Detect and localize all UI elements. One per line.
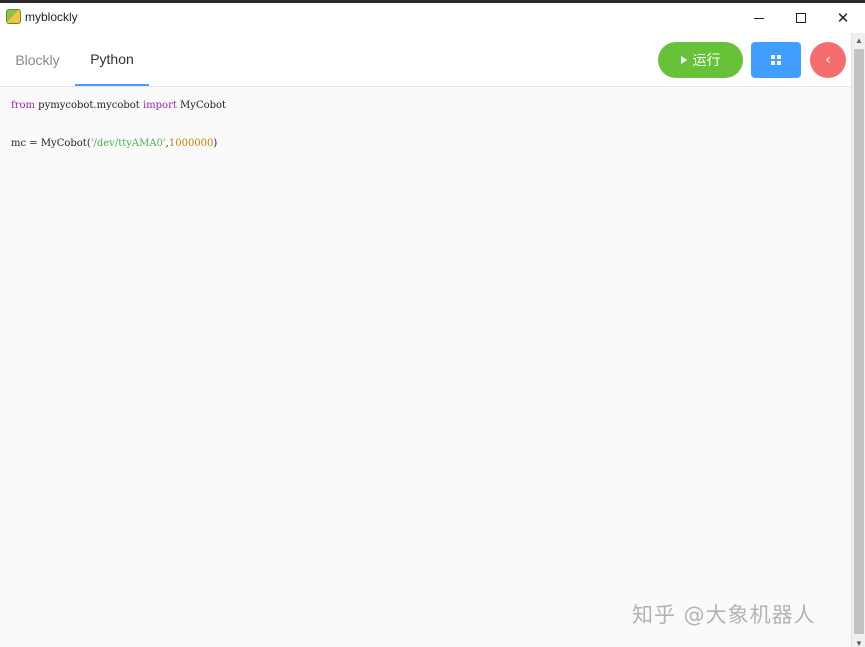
run-button[interactable]: 运行 xyxy=(658,42,743,78)
minimize-button[interactable] xyxy=(738,3,780,33)
app-logo-icon xyxy=(6,9,21,24)
toolbar: Blockly Python 运行 ‹ xyxy=(0,33,851,87)
close-button[interactable]: ✕ xyxy=(822,3,864,33)
app-window: myblockly ✕ Blockly Python 运行 ‹ from pym… xyxy=(0,0,865,647)
chevron-left-icon: ‹ xyxy=(825,52,831,68)
code-keyword: from xyxy=(11,100,35,111)
scroll-up-icon[interactable]: ▲ xyxy=(852,33,865,47)
code-number: 1000000 xyxy=(168,138,214,149)
grid-view-button[interactable] xyxy=(751,42,801,78)
code-keyword: import xyxy=(142,100,177,111)
run-button-label: 运行 xyxy=(692,52,721,68)
code-line-import: from pymycobot.mycobot import MyCobot xyxy=(11,100,226,111)
minimize-icon xyxy=(754,17,764,19)
back-button[interactable]: ‹ xyxy=(810,42,846,78)
tab-blockly[interactable]: Blockly xyxy=(0,33,75,86)
code-module: pymycobot.mycobot xyxy=(34,100,143,111)
code-editor[interactable]: from pymycobot.mycobot import MyCobot mc… xyxy=(0,88,851,647)
code-text: mc = MyCobot( xyxy=(11,138,91,149)
maximize-button[interactable] xyxy=(780,3,822,33)
code-text: ) xyxy=(213,138,218,149)
grid-icon xyxy=(771,55,781,65)
window-title: myblockly xyxy=(25,10,78,24)
code-name: MyCobot xyxy=(176,100,227,111)
maximize-icon xyxy=(796,13,806,23)
code-line-init: mc = MyCobot('/dev/ttyAMA0',1000000) xyxy=(11,138,217,149)
watermark: 知乎 @大象机器人 xyxy=(632,603,816,627)
title-bar: myblockly ✕ xyxy=(0,3,865,33)
scrollbar-thumb[interactable] xyxy=(854,49,864,634)
vertical-scrollbar[interactable]: ▲ ▼ xyxy=(851,33,865,647)
play-icon xyxy=(680,56,687,64)
scroll-down-icon[interactable]: ▼ xyxy=(852,636,865,647)
code-string: '/dev/ttyAMA0' xyxy=(90,138,166,149)
close-icon: ✕ xyxy=(836,8,850,27)
tab-python[interactable]: Python xyxy=(75,33,149,86)
